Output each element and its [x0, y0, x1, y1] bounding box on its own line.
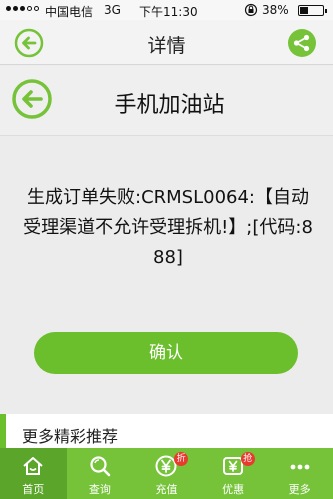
tab-query[interactable]: 查询 — [67, 448, 134, 499]
share-icon[interactable] — [287, 28, 317, 58]
section-accent-bar — [0, 414, 6, 450]
bottom-tab-bar: 首页 查询 折 充值 抢 优惠 更多 — [0, 448, 333, 499]
more-section-title: 更多精彩推荐 — [22, 427, 119, 446]
carrier-name: 中国电信 — [45, 5, 94, 19]
page-title: 手机加油站 — [114, 93, 225, 118]
search-icon — [90, 456, 111, 477]
signal-strength-icon — [6, 6, 39, 11]
tab-label: 优惠 — [222, 483, 245, 496]
more-dots-icon — [290, 464, 310, 470]
title-bar: 详情 — [0, 20, 333, 65]
discount-badge: 折 — [174, 452, 189, 466]
tab-recharge[interactable]: 折 充值 — [133, 448, 200, 499]
more-recommendations-section: 更多精彩推荐 — [0, 414, 333, 450]
window-title: 详情 — [147, 35, 186, 57]
battery-icon — [298, 5, 327, 16]
tab-home[interactable]: 首页 — [0, 448, 67, 499]
network-type: 3G — [104, 3, 121, 17]
battery-percent: 38% — [262, 3, 289, 17]
clock: 下午11:30 — [139, 5, 198, 19]
home-icon — [23, 457, 43, 475]
tab-label: 更多 — [288, 483, 311, 496]
tab-label: 充值 — [155, 483, 178, 496]
error-message: 生成订单失败:CRMSL0064:【自动受理渠道不允许受理拆机!】;[代码:88… — [23, 187, 313, 268]
status-bar: 中国电信 3G 下午11:30 38% — [0, 0, 333, 20]
battery-fill — [300, 7, 309, 14]
rotation-lock-icon — [244, 3, 258, 17]
tab-more[interactable]: 更多 — [266, 448, 333, 499]
grab-badge: 抢 — [240, 452, 255, 466]
tab-label: 查询 — [88, 483, 111, 496]
page-header: 手机加油站 — [0, 66, 333, 136]
tab-offers[interactable]: 抢 优惠 — [200, 448, 267, 499]
confirm-button[interactable]: 确认 — [34, 332, 298, 374]
tab-label: 首页 — [22, 483, 45, 496]
